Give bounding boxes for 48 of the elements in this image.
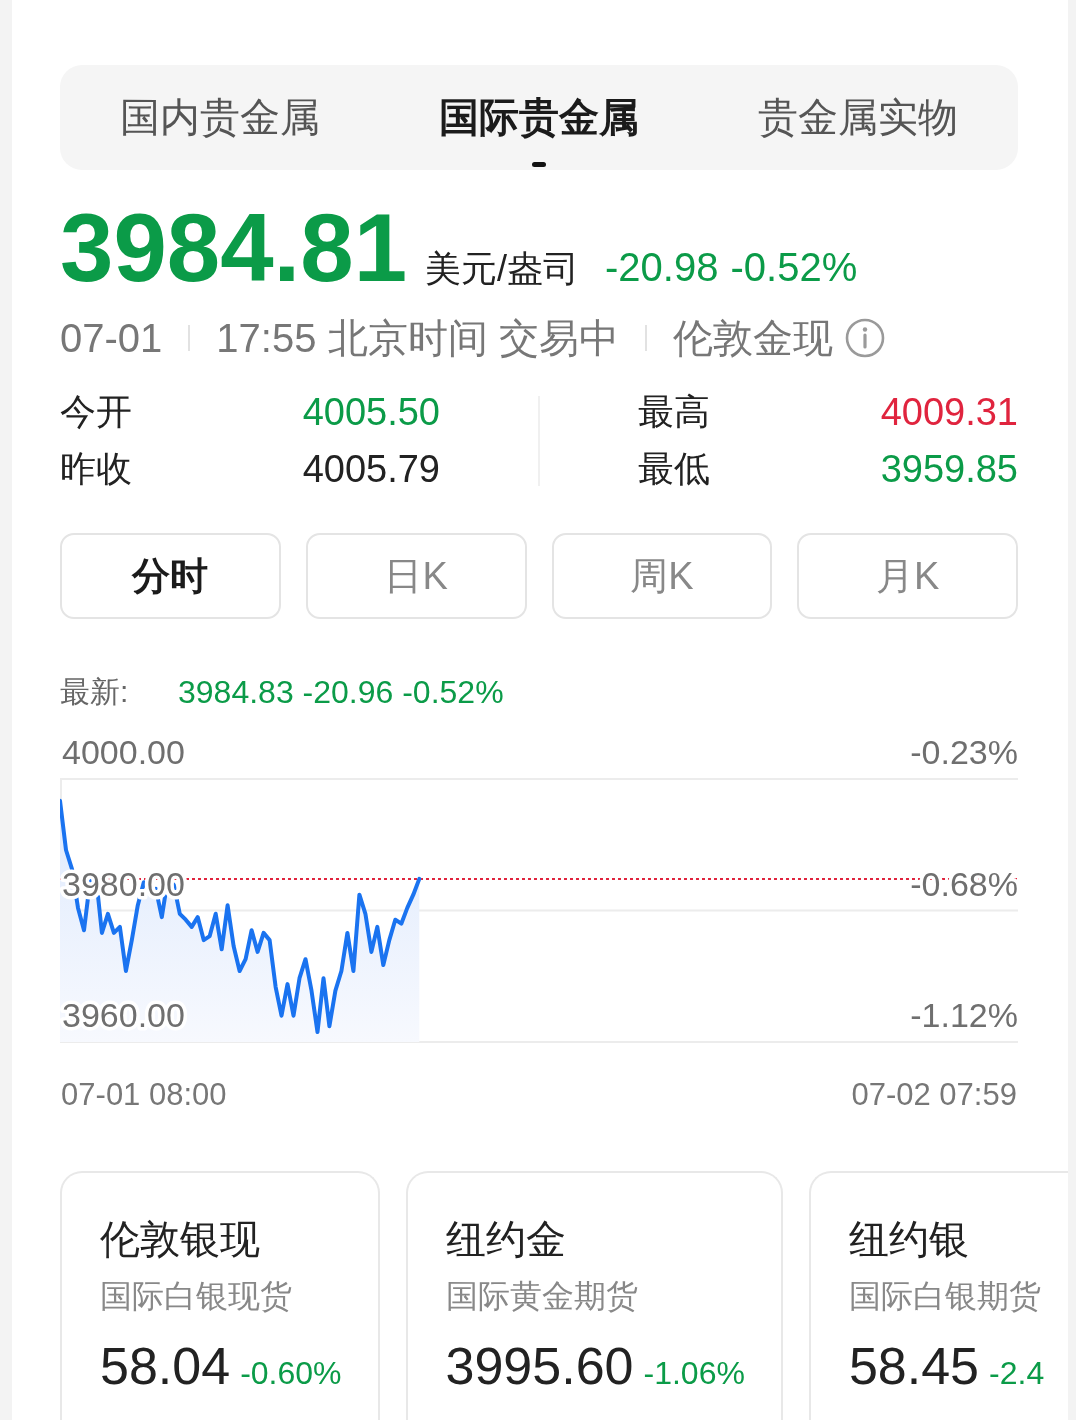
period-tab[interactable]: 分时 — [60, 533, 281, 619]
market-card[interactable]: 伦敦银现 国际白银现货 58.04 -0.60% — [60, 1171, 380, 1420]
tab[interactable]: 国际贵金属 — [379, 65, 699, 170]
price-unit: 美元/盎司 — [425, 251, 580, 287]
stat-value: 4009.31 — [880, 391, 1018, 434]
stat-value: 4005.50 — [302, 391, 440, 434]
percent-axis-label: -0.68% — [910, 864, 1018, 903]
percent-axis-label: -0.23% — [910, 733, 1018, 771]
info-icon[interactable] — [844, 318, 885, 358]
card-price: 3995.60 — [445, 1336, 634, 1397]
latest-value: 3984.83 -20.96 -0.52% — [178, 673, 504, 711]
stat-label: 最高 — [638, 390, 710, 434]
tab[interactable]: 贵金属实物 — [698, 65, 1018, 170]
price-change-percent: -0.52% — [730, 247, 858, 287]
instrument-name: 伦敦金现 — [672, 315, 833, 362]
market-card[interactable]: 纽约金 国际黄金期货 3995.60 -1.06% — [405, 1171, 783, 1420]
x-axis-label: 07-01 08:00 — [61, 1077, 227, 1112]
y-axis-label: 3960.00 — [62, 996, 185, 1034]
card-title: 伦敦银现 — [100, 1216, 261, 1263]
card-subtitle: 国际黄金期货 — [445, 1277, 639, 1315]
x-axis-label: 07-02 07:59 — [851, 1077, 1017, 1112]
market-card[interactable]: 纽约银 国际白银期货 58.45 -2.4 — [808, 1171, 1068, 1420]
percent-axis-label: -1.12% — [910, 996, 1018, 1034]
tab[interactable]: 国内贵金属 — [60, 65, 380, 170]
price-change: -20.98 — [605, 247, 719, 287]
card-price: 58.04 — [100, 1336, 231, 1397]
trading-status: 17:55 北京时间 交易中 — [216, 315, 619, 362]
card-title: 纽约金 — [445, 1216, 567, 1263]
card-subtitle: 国际白银现货 — [100, 1277, 293, 1315]
period-tab[interactable]: 月K — [797, 533, 1018, 619]
card-change: -1.06% — [643, 1355, 745, 1392]
card-title: 纽约银 — [848, 1216, 970, 1263]
quote-date: 07-01 — [60, 315, 163, 362]
stat-value: 3959.85 — [880, 448, 1018, 491]
card-subtitle: 国际白银期货 — [848, 1277, 1042, 1315]
stat-label: 今开 — [60, 390, 132, 434]
card-change: -0.60% — [240, 1355, 342, 1392]
card-change: -2.4 — [989, 1355, 1045, 1392]
stat-value: 4005.79 — [302, 448, 440, 491]
stat-label: 昨收 — [60, 447, 132, 491]
period-tab[interactable]: 日K — [305, 533, 527, 619]
current-price: 3984.81 — [60, 200, 407, 296]
tab-indicator — [532, 162, 546, 167]
y-axis-label: 4000.00 — [62, 733, 185, 771]
card-price: 58.45 — [848, 1336, 980, 1397]
stat-label: 最低 — [638, 447, 710, 491]
period-tab[interactable]: 周K — [551, 533, 773, 619]
latest-label: 最新: — [60, 673, 130, 710]
